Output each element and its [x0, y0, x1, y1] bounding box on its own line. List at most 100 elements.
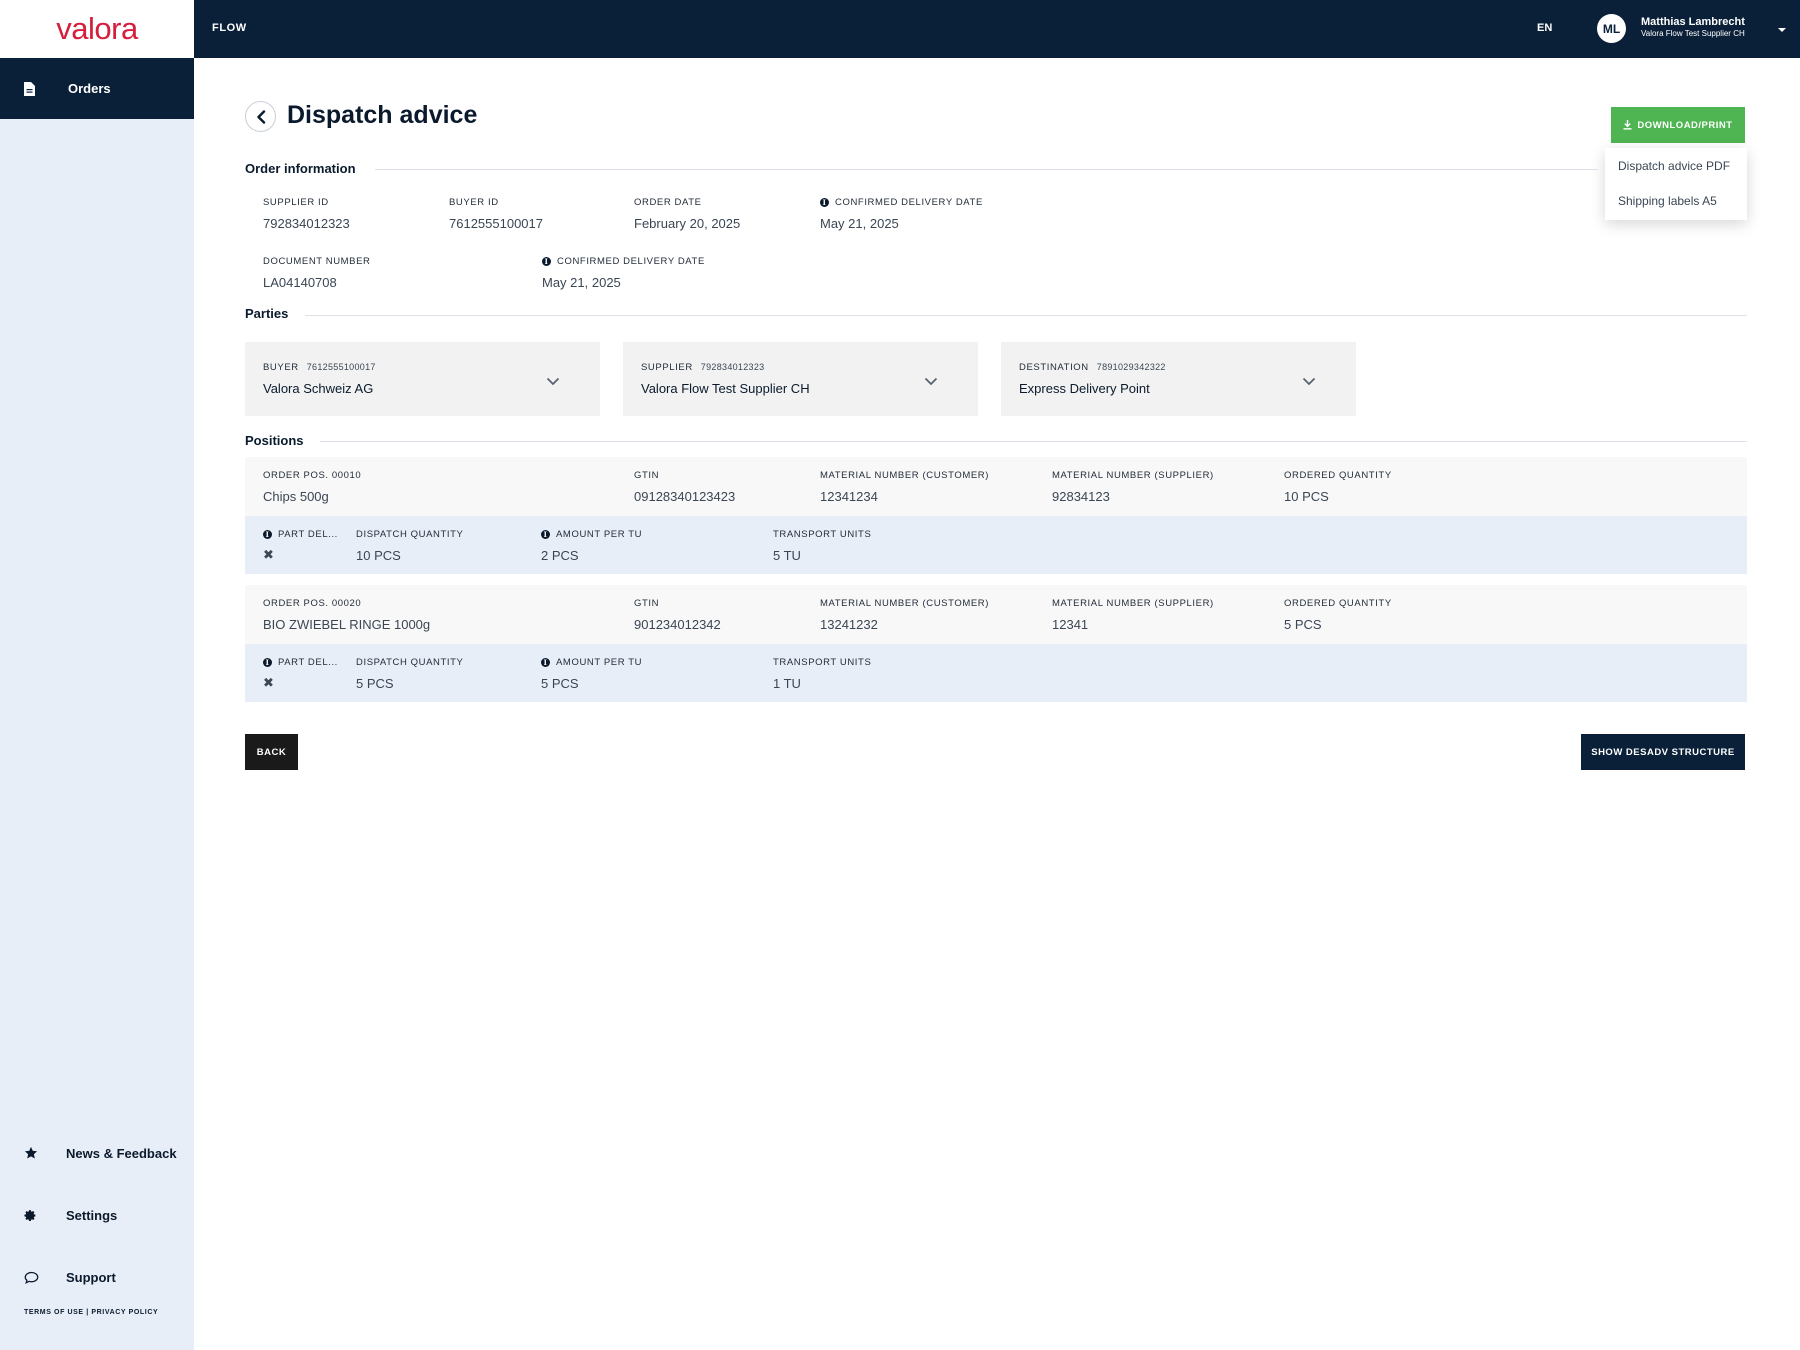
field-label: MATERIAL NUMBER (CUSTOMER) [820, 598, 990, 609]
field-label: PART DEL... [278, 657, 338, 668]
ordered-quantity-cell: ORDERED QUANTITY 5 PCS [1284, 598, 1392, 632]
gear-icon [24, 1206, 42, 1224]
field-label: DISPATCH QUANTITY [356, 529, 464, 540]
field-label: DISPATCH QUANTITY [356, 657, 464, 668]
ordered-quantity-cell: ORDERED QUANTITY 10 PCS [1284, 470, 1392, 504]
party-card-supplier[interactable]: SUPPLIER 792834012323 Valora Flow Test Su… [623, 342, 978, 416]
chevron-down-icon[interactable] [1302, 373, 1316, 387]
caret-down-icon[interactable] [1777, 22, 1789, 34]
field-label: AMOUNT PER TU [556, 657, 643, 668]
valora-logo: valora [56, 11, 138, 46]
field-label: MATERIAL NUMBER (SUPPLIER) [1052, 470, 1214, 481]
party-id: 7891029342322 [1096, 362, 1166, 372]
position-row: ORDER POS. 00010 Chips 500g GTIN 0912834… [245, 457, 1747, 516]
party-name: Valora Schweiz AG [263, 381, 374, 396]
amount-per-tu-cell: i AMOUNT PER TU 2 PCS [541, 529, 642, 563]
field-label: DOCUMENT NUMBER [263, 256, 371, 267]
download-print-button[interactable]: DOWNLOAD/PRINT [1611, 107, 1745, 143]
chevron-left-icon [256, 109, 266, 124]
part-delivery-cell: i PART DEL... ✖ [263, 657, 338, 691]
show-desadv-structure-button[interactable]: SHOW DESADV STRUCTURE [1581, 734, 1745, 770]
logo-area[interactable]: valora [0, 0, 194, 58]
position-row: ORDER POS. 00020 BIO ZWIEBEL RINGE 1000g… [245, 585, 1747, 644]
back-arrow-button[interactable] [245, 101, 276, 132]
position-name-cell: ORDER POS. 00020 BIO ZWIEBEL RINGE 1000g [263, 598, 430, 632]
field-label: ORDERED QUANTITY [1284, 598, 1392, 609]
buyer-id-field: BUYER ID 7612555100017 [449, 197, 543, 231]
sidebar: valora Orders News & Feedback Settings S… [0, 0, 194, 1350]
position-name-cell: ORDER POS. 00010 Chips 500g [263, 470, 361, 504]
field-value: 10 PCS [1284, 489, 1329, 504]
position-detail-row: i PART DEL... ✖ DISPATCH QUANTITY 10 PCS … [245, 516, 1747, 574]
field-label-row: i CONFIRMED DELIVERY DATE [820, 197, 983, 208]
field-label-row: i AMOUNT PER TU [541, 657, 642, 668]
field-label: CONFIRMED DELIVERY DATE [557, 256, 705, 267]
field-value: LA04140708 [263, 275, 337, 290]
sidebar-item-news[interactable]: News & Feedback [0, 1122, 194, 1184]
avatar[interactable]: ML [1597, 14, 1626, 43]
info-icon[interactable]: i [541, 658, 550, 667]
menu-item-dispatch-advice-pdf[interactable]: Dispatch advice PDF [1605, 148, 1747, 183]
field-label: GTIN [634, 598, 660, 609]
transport-units-cell: TRANSPORT UNITS 1 TU [773, 657, 871, 691]
chevron-down-icon[interactable] [546, 373, 560, 387]
field-label: PART DEL... [278, 529, 338, 540]
sidebar-item-orders[interactable]: Orders [0, 58, 194, 119]
position-number: ORDER POS. 00020 [263, 598, 362, 609]
chat-bubble-icon [24, 1268, 42, 1286]
field-value: 5 TU [773, 548, 801, 563]
privacy-policy-link[interactable]: PRIVACY POLICY [91, 1309, 158, 1316]
order-date-field: ORDER DATE February 20, 2025 [634, 197, 740, 231]
party-card-destination[interactable]: DESTINATION 7891029342322 Express Deliver… [1001, 342, 1356, 416]
gtin-cell: GTIN 901234012342 [634, 598, 721, 632]
party-name: Valora Flow Test Supplier CH [641, 381, 810, 396]
parties-title: Parties [245, 306, 305, 321]
sidebar-item-support[interactable]: Support [0, 1246, 194, 1308]
info-icon[interactable]: i [820, 198, 829, 207]
party-card-buyer[interactable]: BUYER 7612555100017 Valora Schweiz AG [245, 342, 600, 416]
party-label-row: BUYER 7612555100017 [263, 362, 376, 373]
user-org: Valora Flow Test Supplier CH [1641, 29, 1745, 38]
info-icon[interactable]: i [541, 530, 550, 539]
field-label-row: i CONFIRMED DELIVERY DATE [542, 256, 705, 267]
sidebar-item-label: News & Feedback [66, 1145, 177, 1161]
info-icon[interactable]: i [263, 530, 272, 539]
back-button[interactable]: BACK [245, 734, 298, 770]
field-value: May 21, 2025 [820, 216, 899, 231]
language-switch[interactable]: EN [1537, 22, 1552, 34]
field-value: 5 PCS [541, 676, 579, 691]
star-icon [24, 1144, 42, 1162]
field-value: 5 PCS [1284, 617, 1322, 632]
chevron-down-icon[interactable] [924, 373, 938, 387]
page-title: Dispatch advice [287, 101, 478, 129]
info-icon[interactable]: i [263, 658, 272, 667]
order-information-title: Order information [245, 161, 372, 176]
dispatch-quantity-cell: DISPATCH QUANTITY 10 PCS [356, 529, 464, 563]
position-detail-row: i PART DEL... ✖ DISPATCH QUANTITY 5 PCS i… [245, 644, 1747, 702]
field-value: 1 TU [773, 676, 801, 691]
menu-item-shipping-labels-a5[interactable]: Shipping labels A5 [1605, 183, 1747, 218]
amount-per-tu-cell: i AMOUNT PER TU 5 PCS [541, 657, 642, 691]
position-number: ORDER POS. 00010 [263, 470, 362, 481]
app-section-label[interactable]: FLOW [212, 22, 247, 34]
terms-of-use-link[interactable]: TERMS OF USE [24, 1309, 84, 1316]
field-value: 92834123 [1052, 489, 1110, 504]
party-label-row: DESTINATION 7891029342322 [1019, 362, 1166, 373]
close-icon: ✖ [263, 547, 274, 562]
field-value: 2 PCS [541, 548, 579, 563]
download-print-label: DOWNLOAD/PRINT [1637, 119, 1733, 131]
field-value: May 21, 2025 [542, 275, 621, 290]
party-id: 792834012323 [700, 362, 765, 372]
info-icon[interactable]: i [542, 257, 551, 266]
field-label: MATERIAL NUMBER (SUPPLIER) [1052, 598, 1214, 609]
field-label: TRANSPORT UNITS [773, 529, 872, 540]
product-name: BIO ZWIEBEL RINGE 1000g [263, 617, 431, 632]
sidebar-item-settings[interactable]: Settings [0, 1184, 194, 1246]
party-name: Express Delivery Point [1019, 381, 1150, 396]
download-icon [1623, 120, 1632, 130]
section-divider [375, 169, 1598, 170]
field-label-row: i PART DEL... [263, 657, 338, 668]
transport-units-cell: TRANSPORT UNITS 5 TU [773, 529, 871, 563]
field-value: 12341234 [820, 489, 878, 504]
user-name[interactable]: Matthias Lambrecht [1641, 16, 1745, 28]
